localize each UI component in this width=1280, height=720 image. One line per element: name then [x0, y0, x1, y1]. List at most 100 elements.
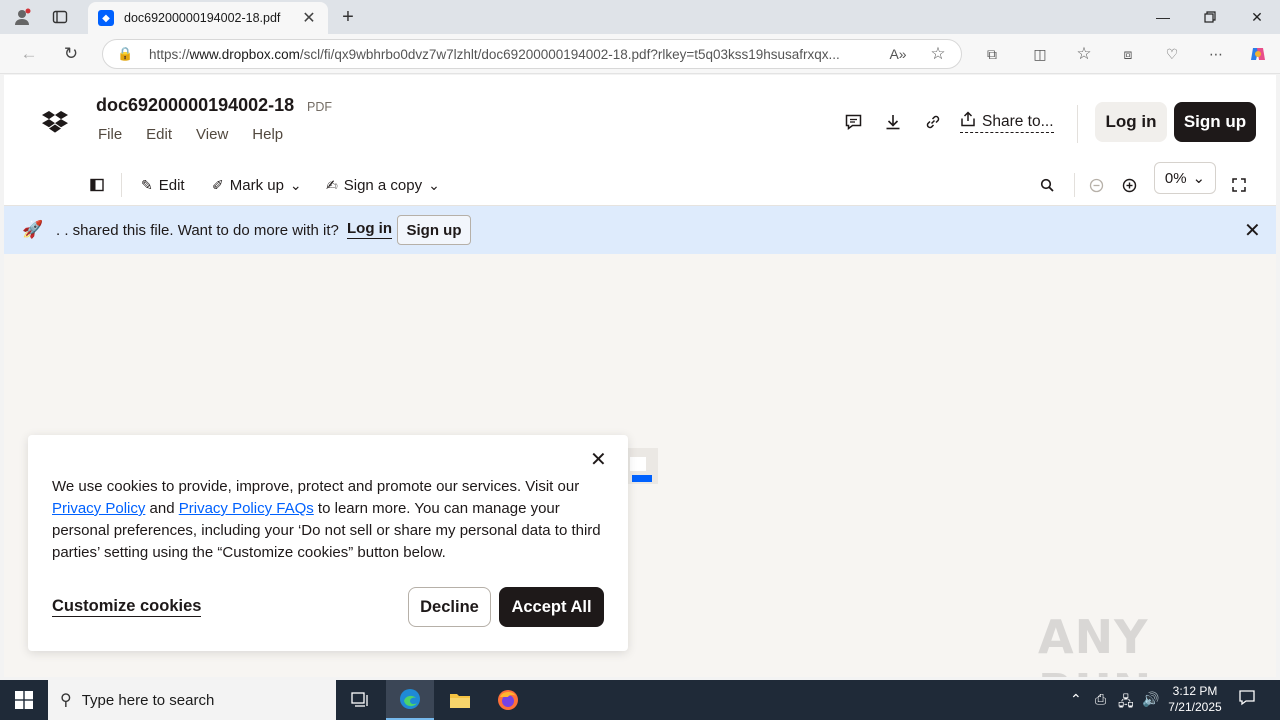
cookie-text: We use cookies to provide, improve, prot… [52, 476, 608, 564]
menu-file[interactable]: File [98, 126, 122, 143]
refresh-icon[interactable]: ↻ [56, 40, 86, 68]
edge-browser-icon[interactable] [386, 680, 434, 720]
edit-button[interactable]: ✎ Edit [141, 174, 185, 196]
profile-icon[interactable] [10, 6, 34, 28]
cookie-close-icon[interactable]: ✕ [590, 447, 607, 472]
favorites-icon[interactable]: ☆ [1072, 43, 1096, 65]
collections-icon[interactable]: ⧈ [1116, 43, 1140, 65]
sign-label: Sign a copy [343, 176, 423, 194]
share-icon [960, 111, 976, 132]
back-icon[interactable]: ← [14, 40, 44, 68]
search-icon[interactable] [1040, 174, 1054, 196]
copy-link-icon[interactable] [921, 111, 945, 133]
header-login-button[interactable]: Log in [1095, 102, 1167, 142]
network-icon[interactable]: 🖧 [1118, 691, 1134, 715]
show-hidden-icons-icon[interactable]: ⌃ [1070, 691, 1082, 708]
more-menu-icon[interactable]: ⋯ [1204, 43, 1228, 65]
banner-close-icon[interactable]: ✕ [1244, 218, 1261, 243]
header-divider [1077, 105, 1078, 143]
copilot-icon[interactable] [1246, 43, 1270, 65]
chevron-down-icon: ⌄ [289, 176, 302, 193]
customize-cookies-link[interactable]: Customize cookies [52, 597, 202, 617]
address-bar[interactable]: 🔒 https://www.dropbox.com/scl/fi/qx9wbhr… [102, 39, 962, 69]
decline-cookies-button[interactable]: Decline [408, 587, 491, 627]
sidebar-toggle-icon[interactable] [90, 174, 104, 196]
loader-progress [632, 475, 652, 482]
site-info-icon[interactable]: 🔒 [117, 46, 139, 62]
restore-icon[interactable] [1187, 0, 1233, 34]
pencil-icon: ✎ [141, 176, 153, 193]
dropbox-page: doc69200000194002-18 PDF File Edit View … [4, 75, 1276, 677]
menu-help[interactable]: Help [252, 126, 283, 143]
menu-edit[interactable]: Edit [146, 126, 172, 143]
document-loading-placeholder [624, 448, 658, 484]
rocket-icon: 🚀 [22, 220, 44, 239]
anyrun-watermark: ANY RUN [1038, 610, 1151, 677]
new-tab-icon[interactable]: + [336, 6, 360, 28]
share-label: Share to... [982, 112, 1054, 130]
windows-taskbar: ⚲ Type here to search ⌃ ⎙ 🖧 🔊 3:12 PM 7/… [0, 680, 1280, 720]
read-aloud-icon[interactable]: A» [886, 43, 910, 65]
markup-button[interactable]: ✐ Mark up ⌄ [212, 174, 302, 196]
download-icon[interactable] [881, 111, 905, 133]
firefox-icon[interactable] [484, 680, 532, 720]
document-type-badge: PDF [307, 100, 332, 114]
taskbar-search-box[interactable]: ⚲ Type here to search [48, 680, 336, 720]
url-path: /scl/fi/qx9wbhrbo0dvz7w7lzhlt/doc6920000… [299, 46, 840, 62]
taskbar-search-placeholder: Type here to search [81, 691, 215, 709]
network-status-icon[interactable]: ⎙ [1095, 691, 1106, 708]
accept-all-cookies-button[interactable]: Accept All [499, 587, 604, 627]
browser-essentials-icon[interactable]: ♡ [1160, 43, 1184, 65]
search-icon: ⚲ [60, 692, 72, 709]
cookie-text-part: We use cookies to provide, improve, prot… [52, 478, 580, 495]
fullscreen-icon[interactable] [1232, 174, 1246, 196]
favorite-star-icon[interactable]: ☆ [926, 43, 950, 65]
zoom-out-icon[interactable] [1089, 174, 1104, 196]
zoom-select[interactable]: 0% ⌄ [1154, 162, 1216, 194]
minimize-icon[interactable]: — [1140, 0, 1186, 34]
close-window-icon[interactable]: ✕ [1234, 0, 1280, 34]
tab-title: doc69200000194002-18.pdf [124, 11, 281, 25]
signature-icon: ✍ [326, 176, 338, 193]
zoom-in-icon[interactable] [1122, 174, 1137, 196]
tab-actions-icon[interactable] [48, 6, 72, 28]
banner-signup-button[interactable]: Sign up [397, 215, 471, 245]
browser-navbar: ← ↻ 🔒 https://www.dropbox.com/scl/fi/qx9… [0, 34, 1280, 74]
document-title: doc69200000194002-18 [96, 95, 295, 115]
menu-view[interactable]: View [196, 126, 228, 143]
toolbar-divider [1074, 173, 1075, 197]
viewer-toolbar: ✎ Edit ✐ Mark up ⌄ ✍ Sign a copy ⌄ [4, 163, 1276, 206]
sign-copy-button[interactable]: ✍ Sign a copy ⌄ [326, 174, 440, 196]
system-clock[interactable]: 3:12 PM 7/21/2025 [1164, 683, 1226, 715]
chevron-down-icon: ⌄ [428, 176, 440, 193]
share-button[interactable]: Share to... [960, 111, 1054, 133]
clock-time: 3:12 PM [1172, 684, 1218, 698]
split-screen-icon[interactable]: ◫ [1028, 43, 1052, 65]
cookie-consent-dialog: ✕ We use cookies to provide, improve, pr… [28, 435, 628, 651]
comment-icon[interactable] [841, 111, 865, 133]
share-banner: 🚀 . . shared this file. Want to do more … [4, 206, 1276, 254]
url-prefix: https:// [149, 46, 190, 62]
privacy-policy-link[interactable]: Privacy Policy [52, 500, 145, 517]
markup-label: Mark up [229, 176, 284, 194]
extensions-icon[interactable]: ⧉ [980, 43, 1004, 65]
page-header: doc69200000194002-18 PDF File Edit View … [4, 75, 1276, 163]
url-domain: www.dropbox.com [189, 46, 300, 62]
browser-tab-strip: ◆ doc69200000194002-18.pdf ✕ + — ✕ [0, 0, 1280, 34]
task-view-icon[interactable] [336, 680, 384, 720]
banner-message: . . shared this file. Want to do more wi… [56, 222, 339, 239]
chevron-down-icon: ⌄ [1192, 170, 1206, 187]
file-explorer-icon[interactable] [436, 680, 484, 720]
clock-date: 7/21/2025 [1168, 700, 1222, 714]
edit-label: Edit [158, 176, 185, 194]
privacy-faq-link[interactable]: Privacy Policy FAQs [179, 500, 314, 517]
browser-tab-active[interactable]: ◆ doc69200000194002-18.pdf ✕ [88, 2, 328, 34]
banner-login-link[interactable]: Log in [347, 220, 392, 239]
dropbox-logo-icon[interactable] [42, 111, 68, 133]
start-windows-icon[interactable] [0, 680, 48, 720]
volume-icon[interactable]: 🔊 [1142, 691, 1159, 708]
close-tab-icon[interactable]: ✕ [300, 8, 318, 28]
file-menu-bar: File Edit View Help [98, 126, 307, 143]
notifications-icon[interactable] [1238, 689, 1256, 710]
header-signup-button[interactable]: Sign up [1174, 102, 1256, 142]
